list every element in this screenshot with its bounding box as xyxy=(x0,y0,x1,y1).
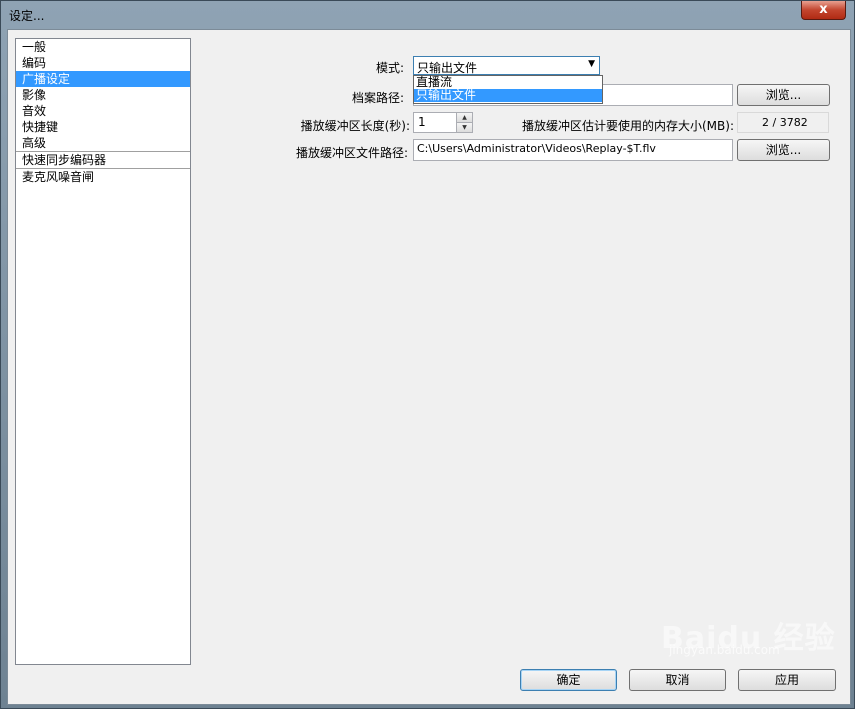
window-title: 设定... xyxy=(9,9,45,23)
nav-item-encoding[interactable]: 编码 xyxy=(16,55,190,71)
settings-window: 设定... x 一般 编码 广播设定 影像 音效 快捷键 高级 快速同步编码器 … xyxy=(0,0,855,709)
browse-buffer-path-button[interactable]: 浏览... xyxy=(737,139,830,161)
cancel-button[interactable]: 取消 xyxy=(629,669,726,691)
mode-select[interactable]: 只输出文件 ▼ xyxy=(413,56,600,75)
buffer-length-value: 1 xyxy=(418,115,426,129)
nav-item-audio[interactable]: 音效 xyxy=(16,103,190,119)
ok-button[interactable]: 确定 xyxy=(520,669,617,691)
memory-estimate-value: 2 / 3782 xyxy=(737,112,829,133)
mode-option-file-only[interactable]: 只输出文件 xyxy=(414,89,602,102)
baidu-watermark-url: jingyan.baidu.com xyxy=(669,643,780,657)
title-bar[interactable]: 设定... x xyxy=(1,1,854,29)
mode-select-value: 只输出文件 xyxy=(417,61,478,75)
buffer-length-stepper[interactable]: 1 ▲ ▼ xyxy=(413,112,473,133)
mode-dropdown-list[interactable]: 直播流 只输出文件 xyxy=(413,75,603,104)
memory-estimate-label: 播放缓冲区估计要使用的内存大小(MB): xyxy=(522,119,734,133)
nav-item-general[interactable]: 一般 xyxy=(16,39,190,55)
stepper-down-icon[interactable]: ▼ xyxy=(457,123,472,132)
buffer-path-label: 播放缓冲区文件路径: xyxy=(295,146,408,160)
buffer-path-input[interactable]: C:\Users\Administrator\Videos\Replay-$T.… xyxy=(413,139,733,161)
buffer-length-label: 播放缓冲区长度(秒): xyxy=(300,119,410,133)
nav-item-hotkeys[interactable]: 快捷键 xyxy=(16,119,190,135)
dialog-client-area: 一般 编码 广播设定 影像 音效 快捷键 高级 快速同步编码器 麦克风噪音闸 模… xyxy=(7,29,851,705)
apply-button[interactable]: 应用 xyxy=(738,669,836,691)
mode-label: 模式: xyxy=(375,61,404,75)
nav-item-video[interactable]: 影像 xyxy=(16,87,190,103)
nav-item-broadcast[interactable]: 广播设定 xyxy=(16,71,190,87)
chevron-down-icon: ▼ xyxy=(588,59,595,69)
nav-item-quicksync[interactable]: 快速同步编码器 xyxy=(16,152,190,169)
stepper-buttons: ▲ ▼ xyxy=(456,113,472,132)
close-button[interactable]: x xyxy=(801,1,846,20)
file-path-label: 档案路径: xyxy=(351,91,404,105)
stepper-up-icon[interactable]: ▲ xyxy=(457,113,472,123)
settings-category-list[interactable]: 一般 编码 广播设定 影像 音效 快捷键 高级 快速同步编码器 麦克风噪音闸 xyxy=(15,38,191,665)
nav-item-advanced[interactable]: 高级 xyxy=(16,135,190,152)
browse-file-path-button[interactable]: 浏览... xyxy=(737,84,830,106)
nav-item-noise-gate[interactable]: 麦克风噪音闸 xyxy=(16,169,190,185)
